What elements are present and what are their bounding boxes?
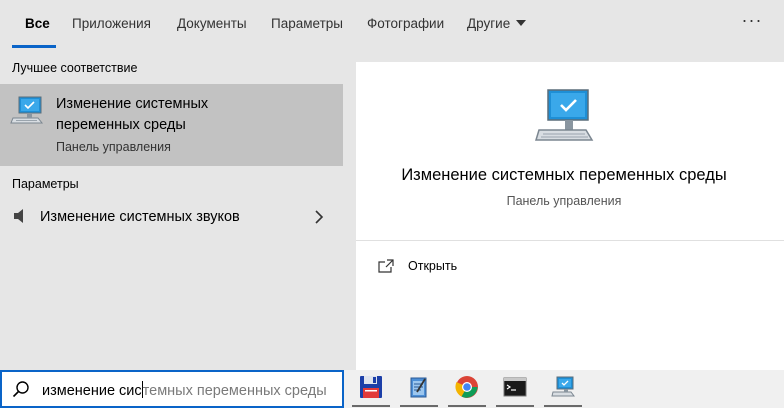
tab-apps[interactable]: Приложения xyxy=(72,0,151,48)
search-autocomplete-suggestion: темных переменных среды xyxy=(142,383,327,399)
best-match-heading: Лучшее соответствие xyxy=(12,61,138,75)
search-filter-tabs: Все Приложения Документы Параметры Фотог… xyxy=(0,0,784,50)
search-icon xyxy=(12,381,29,398)
computer-settings-icon xyxy=(10,96,44,124)
preview-panel: Изменение системных переменных среды Пан… xyxy=(356,62,784,371)
running-indicator xyxy=(496,405,534,407)
running-indicator xyxy=(352,405,390,407)
best-match-title-line1: Изменение системных xyxy=(56,96,209,112)
active-tab-indicator xyxy=(12,45,56,48)
tab-more[interactable]: Другие xyxy=(467,0,527,48)
settings-section-heading: Параметры xyxy=(12,177,79,191)
tab-documents[interactable]: Документы xyxy=(177,0,247,48)
search-input[interactable]: изменение системных переменных среды xyxy=(0,370,344,408)
taskbar xyxy=(344,370,784,408)
speaker-icon xyxy=(14,209,23,223)
chevron-down-icon xyxy=(516,20,527,27)
tab-more-label: Другие xyxy=(467,16,511,31)
preview-title: Изменение системных переменных среды xyxy=(401,166,727,184)
search-query: изменение системных переменных среды xyxy=(42,381,327,399)
terminal-icon xyxy=(503,377,527,397)
open-action-label: Открыть xyxy=(408,259,458,273)
result-label: Изменение системных звуков xyxy=(40,209,240,225)
best-match-title-line2: переменных среды xyxy=(56,117,186,133)
taskbar-app-system-settings[interactable] xyxy=(540,370,586,408)
open-icon xyxy=(378,259,394,273)
tab-photos[interactable]: Фотографии xyxy=(367,0,444,48)
chevron-right-icon[interactable] xyxy=(314,210,324,224)
preview-header: Изменение системных переменных среды Пан… xyxy=(356,62,784,240)
taskbar-app-notepad[interactable] xyxy=(396,370,442,408)
running-indicator xyxy=(448,405,486,407)
preview-subtitle: Панель управления xyxy=(506,194,622,208)
computer-settings-icon xyxy=(534,89,594,141)
tab-all[interactable]: Все xyxy=(25,0,50,48)
best-match-subtitle: Панель управления xyxy=(56,140,171,154)
best-match-result[interactable]: Изменение системных переменных среды Пан… xyxy=(0,84,343,166)
taskbar-app-chrome[interactable] xyxy=(444,370,490,408)
more-options-button[interactable]: ··· xyxy=(740,8,764,38)
open-action[interactable]: Открыть xyxy=(378,257,538,281)
system-settings-icon xyxy=(551,376,575,397)
preview-actions: Открыть xyxy=(356,241,784,371)
taskbar-app-terminal[interactable] xyxy=(492,370,538,408)
result-change-system-sounds[interactable]: Изменение системных звуков xyxy=(0,200,343,234)
tab-settings[interactable]: Параметры xyxy=(271,0,343,48)
best-match-title: Изменение системных переменных среды xyxy=(56,94,336,136)
floppy-save-icon xyxy=(360,376,382,398)
taskbar-app-save[interactable] xyxy=(348,370,394,408)
search-typed-text: изменение сис xyxy=(42,383,142,399)
notepad-app-icon xyxy=(410,377,427,398)
running-indicator xyxy=(544,405,582,407)
chrome-icon xyxy=(455,376,478,398)
running-indicator xyxy=(400,405,438,407)
